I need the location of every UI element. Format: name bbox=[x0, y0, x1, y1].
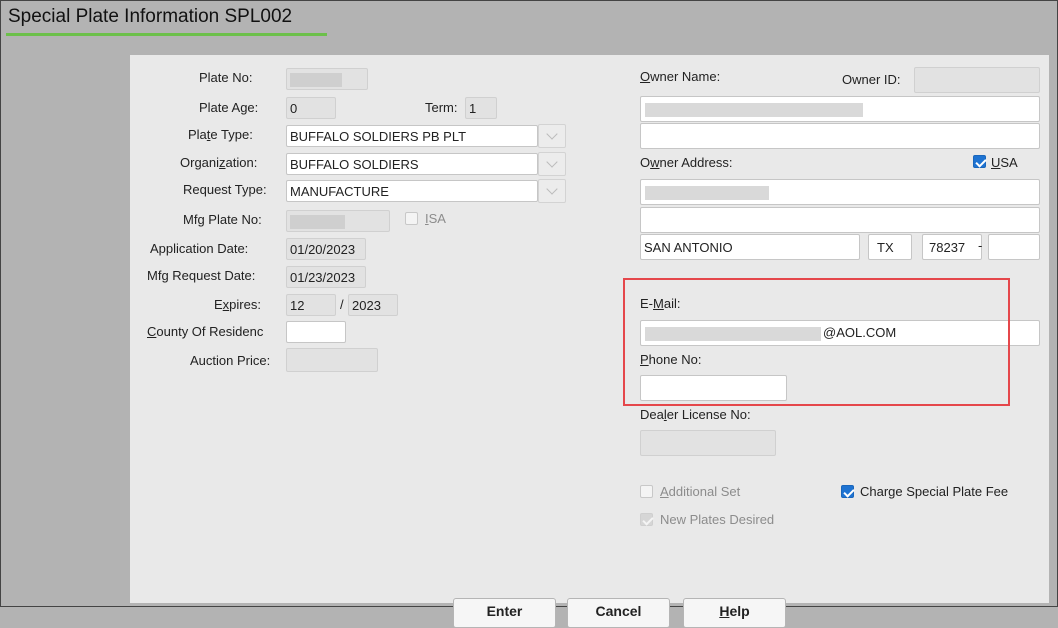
organization-select[interactable]: BUFFALO SOLDIERS bbox=[286, 153, 538, 175]
owner-id-field bbox=[914, 67, 1040, 93]
address-line2[interactable] bbox=[640, 207, 1040, 233]
new-plates-label: New Plates Desired bbox=[660, 512, 775, 527]
owner-name-line2[interactable] bbox=[640, 123, 1040, 149]
redacted-value bbox=[290, 73, 342, 87]
plate-age-label: Plate Age: bbox=[199, 100, 259, 115]
county-field[interactable] bbox=[286, 321, 346, 343]
state-field[interactable]: TX bbox=[868, 234, 912, 260]
check-icon bbox=[842, 485, 855, 498]
owner-id-label: Owner ID: bbox=[842, 72, 901, 87]
dealer-license-field bbox=[640, 430, 776, 456]
help-button[interactable]: Help bbox=[683, 598, 786, 628]
request-type-select[interactable]: MANUFACTURE bbox=[286, 180, 538, 202]
application-date-field: 01/20/2023 bbox=[286, 238, 366, 260]
plate-type-select[interactable]: BUFFALO SOLDIERS PB PLT bbox=[286, 125, 538, 147]
isa-label: ISA bbox=[425, 211, 446, 226]
plate-no-label: Plate No: bbox=[199, 70, 253, 85]
charge-fee-checkbox[interactable] bbox=[841, 485, 855, 498]
additional-set-label: Additional Set bbox=[660, 484, 741, 499]
check-icon bbox=[641, 513, 654, 526]
usa-label: USA bbox=[991, 155, 1018, 170]
usa-checkbox[interactable] bbox=[973, 155, 987, 168]
plate-no-field bbox=[286, 68, 368, 90]
zip-extension-field[interactable] bbox=[988, 234, 1040, 260]
organization-dropdown[interactable] bbox=[538, 152, 566, 176]
title-underline bbox=[6, 33, 327, 36]
dealer-license-label: Dealer License No: bbox=[640, 407, 751, 422]
additional-set-checkbox[interactable] bbox=[640, 485, 653, 498]
zip-field[interactable]: 78237 bbox=[922, 234, 982, 260]
application-date-label: Application Date: bbox=[150, 241, 249, 256]
plate-type-label: Plate Type: bbox=[188, 127, 253, 142]
redacted-value bbox=[645, 103, 863, 117]
expires-separator: / bbox=[340, 297, 344, 312]
mfg-plate-no-label: Mfg Plate No: bbox=[183, 212, 262, 227]
redacted-value bbox=[290, 215, 345, 229]
term-field: 1 bbox=[465, 97, 497, 119]
mfg-request-date-field: 01/23/2023 bbox=[286, 266, 366, 288]
chevron-down-icon bbox=[546, 128, 558, 140]
chevron-down-icon bbox=[546, 156, 558, 168]
mfg-plate-no-field bbox=[286, 210, 390, 232]
expires-month-field[interactable]: 12 bbox=[286, 294, 336, 316]
enter-button[interactable]: Enter bbox=[453, 598, 556, 628]
new-plates-checkbox bbox=[640, 513, 654, 526]
plate-age-field: 0 bbox=[286, 97, 336, 119]
organization-label: Organization: bbox=[180, 155, 258, 170]
redacted-value bbox=[645, 186, 769, 200]
window-title: Special Plate Information SPL002 bbox=[8, 6, 293, 27]
check-icon bbox=[974, 155, 987, 168]
charge-fee-label: Charge Special Plate Fee bbox=[860, 484, 1009, 499]
owner-address-label: Owner Address: bbox=[640, 155, 733, 170]
expires-year-field[interactable]: 2023 bbox=[348, 294, 398, 316]
chevron-down-icon bbox=[546, 183, 558, 195]
plate-type-dropdown[interactable] bbox=[538, 124, 566, 148]
owner-name-line1[interactable] bbox=[640, 96, 1040, 122]
auction-price-field bbox=[286, 348, 378, 372]
email-phone-highlight bbox=[623, 278, 1010, 406]
request-type-label: Request Type: bbox=[183, 182, 267, 197]
county-label: County Of Residenc bbox=[147, 324, 264, 339]
cancel-button[interactable]: Cancel bbox=[567, 598, 670, 628]
owner-name-label: Owner Name: bbox=[640, 69, 721, 84]
term-label: Term: bbox=[425, 100, 458, 115]
expires-label: Expires: bbox=[214, 297, 261, 312]
address-line1[interactable] bbox=[640, 179, 1040, 205]
isa-checkbox[interactable] bbox=[405, 212, 418, 225]
zip-separator: - bbox=[978, 238, 983, 253]
request-type-dropdown[interactable] bbox=[538, 179, 566, 203]
mfg-request-date-label: Mfg Request Date: bbox=[147, 268, 256, 283]
auction-price-label: Auction Price: bbox=[190, 353, 271, 368]
city-field[interactable]: SAN ANTONIO bbox=[640, 234, 860, 260]
